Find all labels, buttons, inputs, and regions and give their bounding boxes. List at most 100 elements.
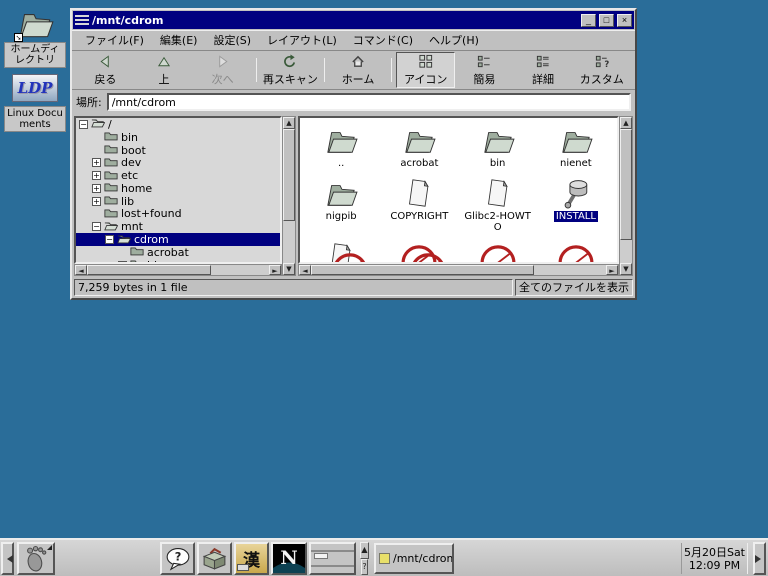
file-labviewhelp5.11.i386.rpm[interactable]: rpmlabview-help-5.1-1.i386.rpm xyxy=(537,239,615,264)
minus-expander-icon[interactable]: − xyxy=(92,222,101,231)
toolbar-button-custom-view[interactable]: ?カスタム xyxy=(572,52,631,88)
tree-pane: −/binboot+dev+etc+home+liblost+found−mnt… xyxy=(74,116,296,276)
help-applet-button[interactable]: ? xyxy=(160,542,195,575)
directory-tree: −/binboot+dev+etc+home+liblost+found−mnt… xyxy=(74,116,282,264)
icons-horizontal-scrollbar[interactable]: ◄ ► xyxy=(298,264,619,276)
pager-controls: ▲ ? xyxy=(357,542,372,575)
menu-layout[interactable]: レイアウト(L) xyxy=(260,30,344,50)
plus-expander-icon[interactable]: + xyxy=(92,158,101,167)
gnome-main-menu-button[interactable] xyxy=(17,542,55,575)
scroll-left-icon[interactable]: ◄ xyxy=(299,265,311,275)
tree-item-label: cdrom xyxy=(131,233,172,246)
pager-desktop-1[interactable] xyxy=(311,550,333,552)
tree-horizontal-scrollbar[interactable]: ◄ ► xyxy=(74,264,282,276)
tree-item-cdrom[interactable]: − cdrom xyxy=(76,233,280,246)
control-center-button[interactable] xyxy=(197,542,232,575)
netscape-button[interactable]: N xyxy=(271,542,307,575)
scroll-down-icon[interactable]: ▼ xyxy=(620,263,632,275)
scroll-left-icon[interactable]: ◄ xyxy=(75,265,87,275)
clock-applet[interactable]: 5月20日Sat 12:09 PM xyxy=(681,543,748,574)
file-Glibc2HOWTO[interactable]: Glibc2-HOWTO xyxy=(459,175,537,239)
menu-settings[interactable]: 設定(S) xyxy=(206,30,258,50)
toolbar-button-label: 簡易 xyxy=(473,74,495,86)
plus-expander-icon[interactable]: + xyxy=(118,261,127,264)
tree-item-acrobat[interactable]: acrobat xyxy=(76,246,280,259)
file-INSTALL[interactable]: INSTALL xyxy=(537,175,615,239)
file-label: .. xyxy=(338,158,344,169)
toolbar-button-rescan[interactable]: 再スキャン xyxy=(261,52,320,88)
toolbar-button-brief-view[interactable]: 簡易 xyxy=(455,52,514,88)
tree-item-[interactable]: −/ xyxy=(76,118,280,131)
desktop-icon-linux-documents[interactable]: LDP Linux Documents xyxy=(2,70,68,132)
tree-vertical-scrollbar[interactable]: ▲ ▼ xyxy=(282,116,296,276)
scroll-right-icon[interactable]: ► xyxy=(606,265,618,275)
minus-expander-icon[interactable]: − xyxy=(79,120,88,129)
folder-icon xyxy=(322,124,360,156)
plus-expander-icon[interactable]: + xyxy=(92,184,101,193)
toolbar-button-back[interactable]: 戻る xyxy=(76,52,135,88)
plus-expander-icon[interactable]: + xyxy=(92,171,101,180)
tree-item-bin[interactable]: +bin xyxy=(76,259,280,264)
plus-expander-icon[interactable]: + xyxy=(92,197,101,206)
minus-expander-icon[interactable]: − xyxy=(105,235,114,244)
menu-commands[interactable]: コマンド(C) xyxy=(346,30,420,50)
tree-item-label: home xyxy=(118,182,155,195)
kanji-input-button[interactable]: 漢 xyxy=(234,542,269,575)
desktop-icon-home-directory[interactable]: ➘ ホームディレクトリ xyxy=(2,6,68,68)
rpm-icon: rpm xyxy=(552,241,600,264)
scroll-right-icon[interactable]: ► xyxy=(269,265,281,275)
toolbar-button-up[interactable]: 上 xyxy=(135,52,194,88)
tree-item-lostfound[interactable]: lost+found xyxy=(76,208,280,221)
menu-edit[interactable]: 編集(E) xyxy=(153,30,205,50)
toolbar-button-detailed-view[interactable]: 詳細 xyxy=(514,52,573,88)
pager-desktop-4[interactable] xyxy=(333,565,355,567)
scroll-up-icon[interactable]: ▲ xyxy=(283,117,295,129)
tree-item-label: etc xyxy=(118,169,141,182)
file-nigpib[interactable]: nigpib xyxy=(302,175,380,239)
minimize-button[interactable]: _ xyxy=(581,14,596,27)
tree-item-mnt[interactable]: −mnt xyxy=(76,220,280,233)
file-bin[interactable]: bin xyxy=(459,122,537,175)
toolbar-button-home[interactable]: ホーム xyxy=(329,52,388,88)
file-labviewexamples5.11.i386.rpm[interactable]: rpmlabview-examples-5.1-1.i386.rpm xyxy=(459,239,537,264)
panel-hide-right-button[interactable] xyxy=(753,542,766,575)
window-titlebar[interactable]: /mnt/cdrom _ □ × xyxy=(73,11,634,29)
folder-icon xyxy=(130,258,144,264)
tree-item-lib[interactable]: +lib xyxy=(76,195,280,208)
pager-help-button[interactable]: ? xyxy=(361,559,367,576)
pager-desktop-2[interactable] xyxy=(333,550,355,552)
file-label: Glibc2-HOWTO xyxy=(461,211,535,233)
close-button[interactable]: × xyxy=(617,14,632,27)
toolbar-button-forward[interactable]: 次へ xyxy=(193,52,252,88)
pager-desktop-3[interactable] xyxy=(311,565,333,567)
pager-up-button[interactable]: ▲ xyxy=(360,542,368,559)
tree-item-boot[interactable]: boot xyxy=(76,144,280,157)
menu-help[interactable]: ヘルプ(H) xyxy=(422,30,486,50)
forward-icon xyxy=(215,54,231,73)
task-button-mnt-cdrom[interactable]: /mnt/cdrom xyxy=(374,543,454,574)
window-content: −/binboot+dev+etc+home+liblost+found−mnt… xyxy=(72,114,635,278)
icons-vertical-scrollbar[interactable]: ▲ ▼ xyxy=(619,116,633,276)
keyboard-icon xyxy=(237,564,249,571)
panel-hide-left-button[interactable] xyxy=(1,542,14,575)
file-label: INSTALL xyxy=(554,211,598,222)
maximize-button[interactable]: □ xyxy=(599,14,614,27)
document-icon xyxy=(484,177,512,209)
tree-item-dev[interactable]: +dev xyxy=(76,156,280,169)
desktop-pager[interactable] xyxy=(309,542,356,575)
scroll-up-icon[interactable]: ▲ xyxy=(620,117,632,129)
desktop-icon-label: ホームディレクトリ xyxy=(4,42,66,68)
tree-item-home[interactable]: + home xyxy=(76,182,280,195)
file-acrobat[interactable]: acrobat xyxy=(380,122,458,175)
detailed-icon xyxy=(535,54,551,73)
window-menu-icon[interactable] xyxy=(75,14,89,26)
toolbar-button-icons-view[interactable]: アイコン xyxy=(396,52,455,88)
location-input[interactable] xyxy=(107,93,631,111)
menu-file[interactable]: ファイル(F) xyxy=(78,30,151,50)
file-nienet[interactable]: nienet xyxy=(537,122,615,175)
file-COPYRIGHT[interactable]: COPYRIGHT xyxy=(380,175,458,239)
tree-item-bin[interactable]: bin xyxy=(76,131,280,144)
scroll-down-icon[interactable]: ▼ xyxy=(283,263,295,275)
tree-item-etc[interactable]: + etc xyxy=(76,169,280,182)
file-..[interactable]: .. xyxy=(302,122,380,175)
